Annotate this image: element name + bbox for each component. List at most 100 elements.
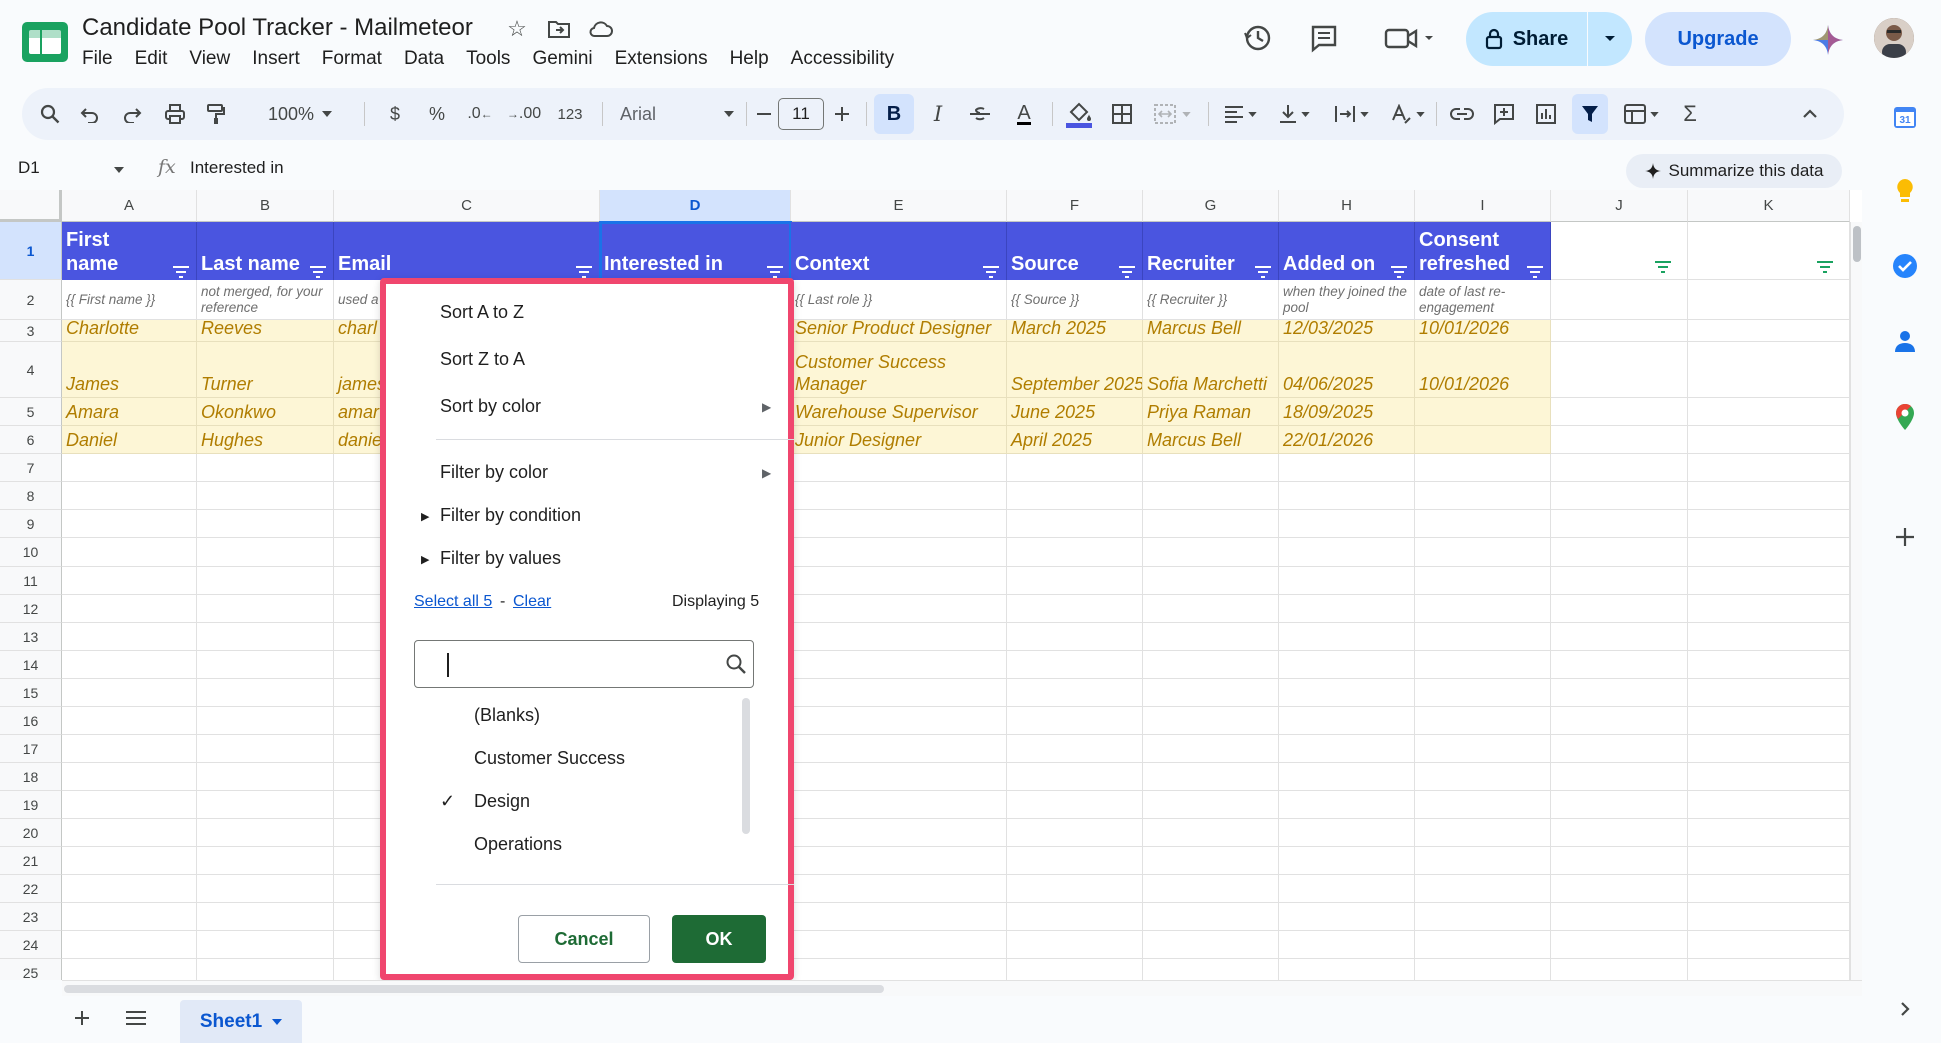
data-cell[interactable]: Daniel [62, 426, 197, 454]
note-cell[interactable]: date of last re-engagement [1415, 280, 1551, 320]
bold-button[interactable]: B [874, 94, 914, 134]
decrease-decimal-button[interactable]: .0 ← [460, 88, 500, 140]
increase-font-size-icon[interactable] [828, 88, 856, 140]
italic-button[interactable]: I [920, 88, 956, 140]
column-filter-icon[interactable] [1390, 260, 1408, 278]
column-header[interactable]: I [1415, 190, 1551, 222]
data-cell[interactable]: Customer Success Manager [791, 342, 1007, 398]
column-header[interactable]: D [600, 190, 791, 222]
chevron-down-icon[interactable] [114, 160, 124, 178]
header-cell[interactable]: Added on [1279, 222, 1415, 280]
horizontal-align-icon[interactable] [1218, 88, 1262, 140]
note-cell[interactable]: when they joined the pool [1279, 280, 1415, 320]
insert-chart-icon[interactable] [1528, 88, 1564, 140]
meet-video-icon[interactable] [1380, 20, 1440, 56]
row-header[interactable]: 16 [0, 707, 62, 735]
row-header[interactable]: 14 [0, 651, 62, 679]
text-color-button[interactable]: A [1006, 88, 1042, 140]
data-cell[interactable]: James [62, 342, 197, 398]
filter-views-icon[interactable] [1616, 88, 1666, 140]
sheets-logo-icon[interactable] [22, 22, 68, 62]
column-filter-icon[interactable] [1816, 260, 1834, 274]
move-folder-icon[interactable] [546, 16, 572, 42]
menu-edit[interactable]: Edit [135, 48, 168, 70]
data-cell[interactable]: Marcus Bell [1143, 426, 1279, 454]
chevron-right-icon[interactable] [1890, 994, 1920, 1024]
collapse-toolbar-icon[interactable] [1792, 88, 1828, 140]
avatar[interactable] [1874, 18, 1914, 58]
menu-format[interactable]: Format [322, 48, 382, 70]
column-header[interactable]: B [197, 190, 334, 222]
header-cell[interactable]: Context [791, 222, 1007, 280]
strikethrough-icon[interactable] [962, 88, 998, 140]
horizontal-scrollbar[interactable] [62, 980, 1862, 996]
borders-icon[interactable] [1104, 88, 1140, 140]
checkmark-icon[interactable]: ✓ [440, 791, 455, 812]
note-cell[interactable]: not merged, for your reference [197, 280, 334, 320]
column-header[interactable]: E [791, 190, 1007, 222]
currency-format-button[interactable]: $ [380, 88, 410, 140]
increase-decimal-button[interactable]: → .00 [504, 88, 544, 140]
row-header[interactable]: 20 [0, 819, 62, 847]
functions-icon[interactable]: Σ [1672, 88, 1708, 140]
decrease-font-size-icon[interactable] [752, 88, 776, 140]
font-family-select[interactable]: Arial [612, 88, 742, 140]
sort-z-to-a[interactable]: Sort Z to A [440, 349, 525, 370]
column-filter-icon[interactable] [172, 260, 190, 278]
header-cell[interactable]: First name [62, 222, 197, 280]
column-filter-icon[interactable] [1526, 260, 1544, 278]
data-cell[interactable]: 12/03/2025 [1279, 320, 1415, 342]
insert-link-icon[interactable] [1444, 88, 1480, 140]
menu-data[interactable]: Data [404, 48, 444, 70]
column-filter-icon[interactable] [1254, 260, 1272, 278]
row-header[interactable]: 22 [0, 875, 62, 903]
data-cell[interactable]: Okonkwo [197, 398, 334, 426]
data-cell[interactable] [1415, 398, 1551, 426]
row-header[interactable]: 13 [0, 623, 62, 651]
all-sheets-icon[interactable] [124, 1008, 150, 1032]
merge-cells-icon[interactable] [1144, 88, 1200, 140]
column-filter-icon[interactable] [1654, 260, 1672, 274]
header-cell[interactable]: Source [1007, 222, 1143, 280]
row-header[interactable]: 11 [0, 567, 62, 595]
note-cell[interactable]: {{ Source }} [1007, 280, 1143, 320]
contacts-icon[interactable] [1890, 326, 1920, 356]
menu-gemini[interactable]: Gemini [532, 48, 592, 70]
keep-icon[interactable] [1890, 176, 1920, 206]
data-cell[interactable]: 04/06/2025 [1279, 342, 1415, 398]
row-header[interactable]: 19 [0, 791, 62, 819]
filter-by-condition[interactable]: Filter by condition [440, 505, 581, 526]
comments-icon[interactable] [1306, 20, 1342, 56]
row-header[interactable]: 4 [0, 342, 62, 398]
menu-accessibility[interactable]: Accessibility [791, 48, 894, 70]
column-header[interactable]: K [1688, 190, 1850, 222]
data-cell[interactable]: Turner [197, 342, 334, 398]
data-cell[interactable]: Amara [62, 398, 197, 426]
column-filter-icon[interactable] [309, 260, 327, 278]
calendar-icon[interactable]: 31 [1890, 102, 1920, 132]
column-header[interactable]: H [1279, 190, 1415, 222]
data-cell[interactable]: June 2025 [1007, 398, 1143, 426]
data-cell[interactable]: Senior Product Designer [791, 320, 1007, 342]
redo-icon[interactable] [116, 88, 148, 140]
column-header[interactable]: G [1143, 190, 1279, 222]
paint-format-icon[interactable] [200, 88, 232, 140]
data-cell[interactable]: April 2025 [1007, 426, 1143, 454]
search-menus-icon[interactable] [32, 88, 68, 140]
text-rotation-icon[interactable] [1384, 88, 1430, 140]
add-addon-icon[interactable] [1890, 522, 1920, 552]
data-cell[interactable]: 10/01/2026 [1415, 342, 1551, 398]
column-filter-icon[interactable] [766, 260, 784, 278]
menu-extensions[interactable]: Extensions [615, 48, 708, 70]
number-format-button[interactable]: 123 [550, 88, 590, 140]
row-header[interactable]: 17 [0, 735, 62, 763]
document-title[interactable]: Candidate Pool Tracker - Mailmeteor [82, 14, 473, 42]
menu-help[interactable]: Help [730, 48, 769, 70]
row-header[interactable]: 12 [0, 595, 62, 623]
row-header[interactable]: 9 [0, 510, 62, 538]
print-icon[interactable] [158, 88, 192, 140]
row-header[interactable]: 24 [0, 931, 62, 959]
formula-input[interactable]: Interested in [190, 158, 284, 178]
expand-arrow-icon[interactable]: ▶ [421, 553, 429, 566]
data-cell[interactable]: Warehouse Supervisor [791, 398, 1007, 426]
